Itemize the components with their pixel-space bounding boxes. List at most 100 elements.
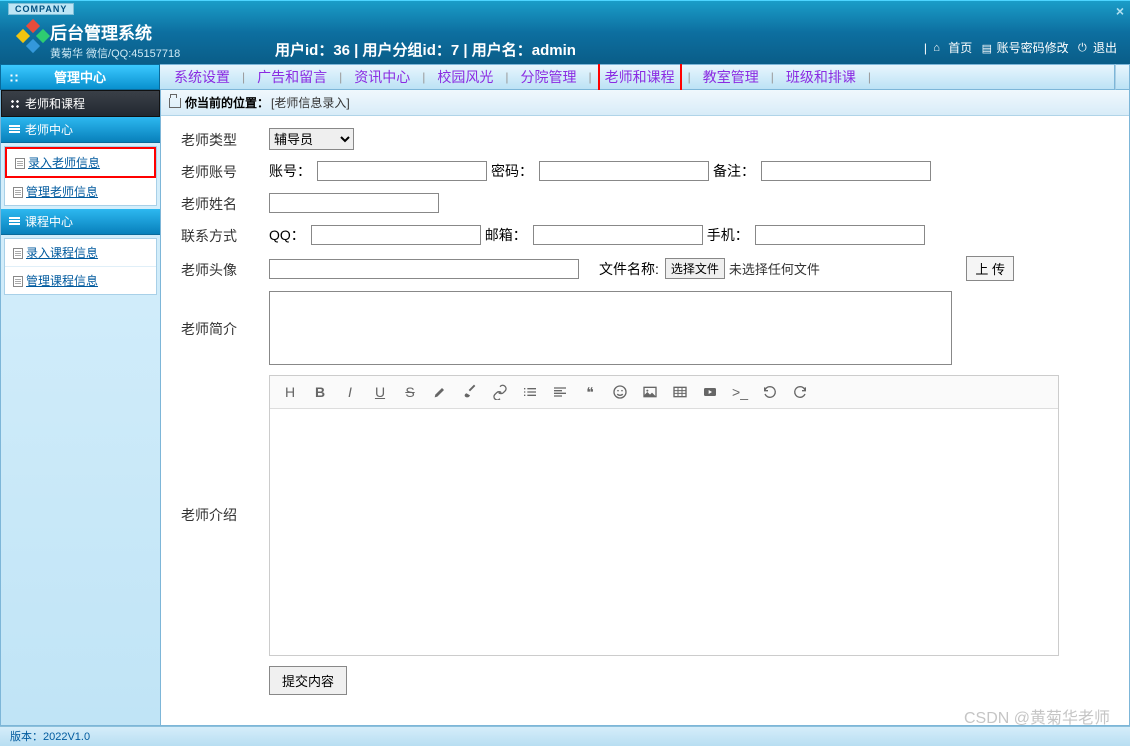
hnav-item-5[interactable]: 老师和课程: [598, 62, 682, 92]
select-teacher-type[interactable]: 辅导员: [269, 128, 354, 150]
undo-icon[interactable]: [756, 380, 784, 404]
input-qq[interactable]: [311, 225, 481, 245]
label-account-field: 账号：: [269, 161, 311, 181]
video-icon[interactable]: [696, 380, 724, 404]
logout-link[interactable]: ⏻退出: [1078, 41, 1117, 55]
quote-icon[interactable]: ❝: [576, 380, 604, 404]
row-brief: 老师简介: [181, 291, 1109, 365]
company-label: COMPANY: [8, 3, 74, 15]
link-icon[interactable]: [486, 380, 514, 404]
redo-icon[interactable]: [786, 380, 814, 404]
sidebar-item-1-1[interactable]: 管理课程信息: [5, 267, 156, 294]
nav-separator: |: [765, 70, 780, 84]
hnav-item-1[interactable]: 广告和留言: [251, 67, 333, 87]
editor-body[interactable]: [270, 409, 1058, 655]
system-title-block: 后台管理系统 黄菊华 微信/QQ:45157718: [50, 19, 180, 61]
input-name[interactable]: [269, 193, 439, 213]
label-email-field: 邮箱：: [485, 225, 527, 245]
input-remark[interactable]: [761, 161, 931, 181]
list-icon: [9, 217, 20, 226]
label-remark-field: 备注：: [713, 161, 755, 181]
strike-icon[interactable]: S: [396, 380, 424, 404]
list-icon[interactable]: [516, 380, 544, 404]
home-icon: ⌂: [933, 42, 946, 55]
sidebar-group-items-0: 录入老师信息管理老师信息: [4, 146, 157, 206]
input-email[interactable]: [533, 225, 703, 245]
hnav-item-0[interactable]: 系统设置: [168, 67, 236, 87]
footer: 版本：2022V1.0: [0, 726, 1130, 746]
sidebar-top-header: 老师和课程: [1, 90, 160, 117]
row-avatar: 老师头像 文件名称: 选择文件 未选择任何文件 上 传: [181, 256, 1109, 281]
table-icon[interactable]: [666, 380, 694, 404]
input-account[interactable]: [317, 161, 487, 181]
image-icon[interactable]: [636, 380, 664, 404]
sidebar-item-0-0[interactable]: 录入老师信息: [5, 147, 156, 178]
label-name: 老师姓名: [181, 192, 269, 214]
bold-icon[interactable]: B: [306, 380, 334, 404]
hnav-item-3[interactable]: 校园风光: [431, 67, 499, 87]
brush-icon[interactable]: [456, 380, 484, 404]
row-name: 老师姓名: [181, 192, 1109, 214]
sidebar-link[interactable]: 录入老师信息: [28, 156, 100, 170]
hnav-item-2[interactable]: 资讯中心: [348, 67, 416, 87]
sidebar-group-header-1[interactable]: 课程中心: [1, 209, 160, 235]
label-contact: 联系方式: [181, 224, 269, 246]
system-title: 后台管理系统: [50, 19, 180, 44]
align-icon[interactable]: [546, 380, 574, 404]
row-teacher-type: 老师类型 辅导员: [181, 128, 1109, 150]
form-area: 老师类型 辅导员 老师账号 账号： 密码： 备注：: [161, 116, 1129, 725]
heading-icon[interactable]: H: [276, 380, 304, 404]
sidebar-item-0-1[interactable]: 管理老师信息: [5, 178, 156, 205]
underline-icon[interactable]: U: [366, 380, 394, 404]
label-intro: 老师介绍: [181, 375, 269, 525]
home-link[interactable]: ⌂首页: [933, 41, 972, 55]
list-icon: [9, 125, 20, 134]
input-avatar-path[interactable]: [269, 259, 579, 279]
hnav-item-7[interactable]: 班级和排课: [780, 67, 862, 87]
submit-button[interactable]: 提交内容: [269, 666, 347, 695]
label-avatar: 老师头像: [181, 258, 269, 280]
nav-separator: |: [416, 70, 431, 84]
textarea-brief[interactable]: [269, 291, 952, 365]
sidebar-group-header-0[interactable]: 老师中心: [1, 117, 160, 143]
folder-icon: [169, 98, 181, 108]
top-banner: COMPANY × 后台管理系统 黄菊华 微信/QQ:45157718 用户id…: [0, 0, 1130, 64]
logo-icon: [18, 21, 48, 51]
label-filename: 文件名称:: [599, 259, 659, 279]
italic-icon[interactable]: I: [336, 380, 364, 404]
nav-scroll-right[interactable]: [1115, 64, 1130, 90]
label-password-field: 密码：: [491, 161, 533, 181]
doc-icon: [13, 187, 23, 198]
sidebar-link[interactable]: 录入课程信息: [26, 246, 98, 260]
hnav-item-4[interactable]: 分院管理: [515, 67, 583, 87]
label-qq-field: QQ：: [269, 225, 305, 245]
doc-icon: [15, 158, 25, 169]
user-info: 用户id：36 | 用户分组id：7 | 用户名：admin: [275, 39, 576, 60]
horizontal-nav-wrap: 管理中心 系统设置|广告和留言|资讯中心|校园风光|分院管理|老师和课程|教室管…: [0, 64, 1130, 90]
label-account: 老师账号: [181, 160, 269, 182]
input-phone[interactable]: [755, 225, 925, 245]
password-change-link[interactable]: ▤账号密码修改: [982, 41, 1069, 55]
list-icon: ▤: [982, 42, 995, 55]
hnav-item-6[interactable]: 教室管理: [697, 67, 765, 87]
close-x-icon[interactable]: ×: [1116, 3, 1124, 19]
nav-separator: |: [583, 70, 598, 84]
code-icon[interactable]: >_: [726, 380, 754, 404]
nav-separator: |: [333, 70, 348, 84]
nav-separator: |: [682, 70, 697, 84]
mgmt-center-caption: 管理中心: [0, 64, 160, 90]
sidebar-link[interactable]: 管理课程信息: [26, 274, 98, 288]
row-account: 老师账号 账号： 密码： 备注：: [181, 160, 1109, 182]
nav-separator: |: [499, 70, 514, 84]
nav-separator: |: [236, 70, 251, 84]
sidebar-item-1-0[interactable]: 录入课程信息: [5, 239, 156, 267]
input-password[interactable]: [539, 161, 709, 181]
upload-button[interactable]: 上 传: [966, 256, 1014, 281]
choose-file-button[interactable]: 选择文件: [665, 258, 725, 279]
highlighter-icon[interactable]: [426, 380, 454, 404]
nav-separator: |: [862, 70, 877, 84]
power-icon: ⏻: [1078, 42, 1091, 55]
sidebar-link[interactable]: 管理老师信息: [26, 185, 98, 199]
sidebar-group-items-1: 录入课程信息管理课程信息: [4, 238, 157, 295]
emoji-icon[interactable]: [606, 380, 634, 404]
